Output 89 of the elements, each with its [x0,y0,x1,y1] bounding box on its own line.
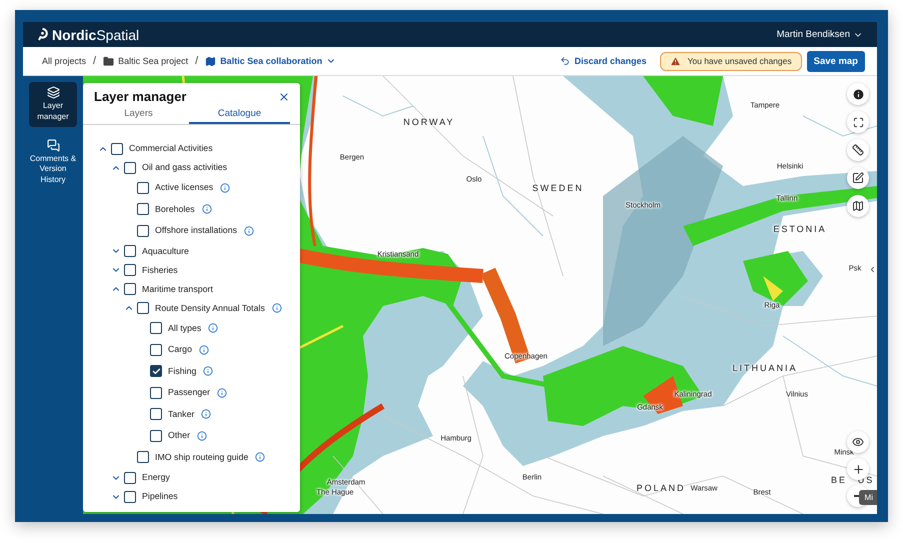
layer-label: Energy [142,472,170,483]
layer-label: All types [168,322,202,334]
check-icon [152,366,160,376]
ruler-icon [852,144,864,156]
map-icon [205,56,216,66]
sidebar-item[interactable]: Comments & Version History [29,134,77,190]
layer-label: Route Density Annual Totals [155,302,265,314]
breadcrumb-separator: / [93,55,96,67]
country-label: NORWAY [403,117,455,127]
info-icon[interactable] [208,323,218,334]
map-icon [852,200,864,212]
checkbox[interactable] [124,490,136,502]
zoom-in-icon [852,462,864,476]
layer-label: Pipelines [142,491,178,502]
layer-label: Passenger [168,387,210,398]
pen-square-icon [852,172,864,184]
save-map-button[interactable]: Save map [806,50,865,72]
checkbox[interactable] [124,472,136,484]
checkbox[interactable] [124,245,136,257]
chevron-left-icon [868,264,877,274]
country-label: LITHUANIA [732,363,798,373]
sidebar-item[interactable]: Layer manager [29,82,77,127]
info-icon[interactable] [198,344,209,355]
unsaved-changes-badge: You have unsaved changes [660,52,802,70]
layer-label: Other [168,430,190,442]
layer-label: Oil and gass activities [142,162,228,173]
user-menu[interactable]: Martin Bendiksen [776,29,863,40]
country-label: BE [831,475,847,485]
layer-label: Active licenses [155,182,214,194]
close-icon [278,90,290,102]
layer-label: Cargo [168,344,192,356]
info-icon[interactable] [244,226,254,236]
info-icon[interactable] [272,303,282,313]
info-icon[interactable] [197,430,208,441]
breadcrumb-separator: / [195,55,198,67]
info-icon[interactable] [255,452,266,462]
info-icon [852,88,864,100]
checkbox[interactable] [124,264,136,276]
layer-label: Fisheries [142,264,178,276]
checkbox[interactable] [137,203,149,216]
sidebar-label: Layer manager [36,101,70,123]
checkbox[interactable] [150,322,162,334]
layer-label: Maritime transport [142,284,213,294]
fullscreen-icon [852,116,864,128]
checkbox[interactable] [111,142,123,154]
checkbox[interactable] [137,302,149,314]
layer-label: Boreholes [155,204,195,215]
layer-label: IMO ship routeing guide [155,452,248,463]
layer-label: Tanker [168,408,194,420]
breadcrumb-link[interactable]: Baltic Sea project [103,56,188,66]
brand-name: NordicSpatial [52,26,140,42]
checkbox[interactable] [150,386,162,399]
checkbox[interactable] [150,344,162,356]
layer-label: Offshore installations [155,225,237,236]
layer-label: Commercial Activities [129,143,213,154]
discard-changes-link[interactable]: Discard changes [560,56,646,66]
checkbox[interactable] [124,162,136,174]
info-icon[interactable] [217,388,228,398]
layers-icon [46,86,60,99]
breadcrumb-link[interactable]: All projects [42,56,86,66]
info-icon[interactable] [220,182,230,193]
comments-icon [46,138,60,152]
warning-icon [670,56,682,66]
tab[interactable]: Catalogue [189,106,290,124]
eye-icon [852,436,864,448]
folder-icon [103,56,114,66]
logo-icon [37,28,48,41]
country-label: ESTONIA [773,224,827,234]
checkbox[interactable] [150,408,162,420]
layer-label: Aquaculture [142,246,189,256]
tooltip: Mi [858,490,877,505]
checkbox[interactable] [150,430,162,442]
country-label: SWEDEN [532,183,584,193]
info-icon[interactable] [202,204,212,214]
checkbox[interactable] [137,451,149,464]
close-button[interactable] [278,90,290,102]
info-icon[interactable] [203,366,214,376]
checkbox[interactable] [137,224,149,237]
checkbox[interactable] [150,365,162,378]
layer-label: Fishing [168,366,196,377]
panel-title: Layer manager [94,89,186,104]
info-icon[interactable] [201,409,212,420]
undo-icon [560,56,570,66]
breadcrumb-link[interactable]: Baltic Sea collaboration [205,56,336,66]
checkbox[interactable] [124,283,136,295]
country-label: POLAND [636,483,686,493]
tab[interactable]: Layers [88,106,189,124]
checkbox[interactable] [137,182,149,194]
sidebar-label: Comments & Version History [29,154,77,186]
